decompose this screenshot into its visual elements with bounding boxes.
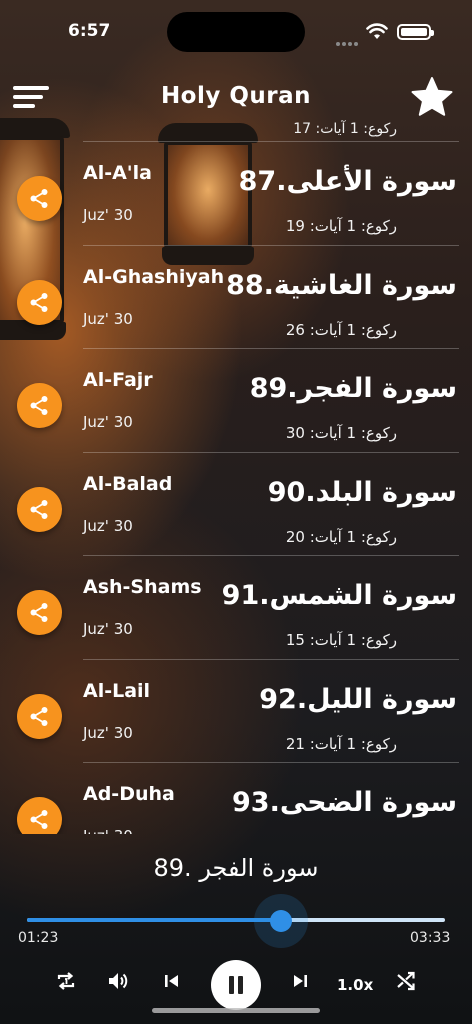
- surah-arabic-title: سورة الغاشية.88: [212, 270, 457, 301]
- progress-fill: [27, 918, 282, 922]
- surah-row[interactable]: Al-Fajr Juz' 30 سورة الفجر.89 ركوع: 1 آيات:…: [0, 349, 472, 453]
- surah-english-name: Ad-Duha: [83, 783, 175, 805]
- surah-juz: Juz' 30: [83, 413, 133, 431]
- share-button[interactable]: [17, 590, 62, 635]
- share-button[interactable]: [17, 279, 62, 325]
- surah-row[interactable]: Ash-Shams Juz' 30 سورة الشمس.91 ركوع: 1 آيا…: [0, 556, 472, 660]
- surah-arabic-title: سورة الشمس.91: [208, 580, 457, 611]
- surah-juz: Juz' 30: [83, 516, 133, 535]
- shuffle-icon[interactable]: [395, 970, 417, 992]
- surah-arabic-name: سورة البلد: [315, 476, 457, 508]
- surah-row[interactable]: Al-Lail Juz' 30 سورة الليل.92 ركوع: 1 آيات:…: [0, 660, 472, 763]
- pause-button[interactable]: [211, 960, 261, 1010]
- volume-icon[interactable]: [107, 970, 131, 992]
- surah-english-name: Al-Lail: [83, 679, 151, 702]
- share-button[interactable]: [17, 176, 62, 221]
- surah-row[interactable]: Al-Balad Juz' 30 سورة البلد.90 ركوع: 1 آيات…: [0, 453, 472, 556]
- surah-number: .89: [249, 373, 298, 404]
- home-indicator: [152, 1008, 320, 1013]
- audio-player: 89. سورة الفجر 01:23 03:33 1.0x: [0, 834, 472, 1024]
- surah-meta: ركوع: 1 آيات: 15: [285, 631, 397, 649]
- surah-juz: Juz' 30: [83, 309, 133, 328]
- next-track-icon[interactable]: [290, 970, 310, 992]
- duration: 03:33: [410, 930, 451, 946]
- surah-juz: Juz' 30: [83, 827, 133, 834]
- page-title: Holy Quran: [160, 83, 312, 109]
- share-button[interactable]: [17, 797, 62, 834]
- surah-meta: ركوع: 1 آيات: 20: [285, 527, 397, 546]
- surah-number: .90: [267, 476, 316, 508]
- surah-number: .87: [238, 166, 287, 197]
- surah-list[interactable]: ركوع: 1 آيات: 17 Al-A'la Juz' 30 سورة الأع…: [0, 118, 472, 834]
- previous-track-icon[interactable]: [162, 970, 182, 992]
- surah-arabic-name: سورة الشمس: [269, 580, 458, 611]
- wifi-icon: [366, 23, 388, 39]
- surah-juz: Juz' 30: [83, 620, 133, 638]
- surah-number: .92: [259, 683, 308, 715]
- dynamic-island: [167, 12, 305, 52]
- surah-row[interactable]: Ad-Duha Juz' 30 سورة الضحى.93: [0, 763, 472, 834]
- surah-number: .88: [226, 269, 274, 301]
- progress-slider[interactable]: [27, 918, 445, 922]
- surah-meta: ركوع: 1 آيات: 26: [285, 320, 397, 339]
- surah-meta: ركوع: 1 آيات: 30: [285, 424, 397, 442]
- surah-arabic-title: سورة الفجر.89: [236, 373, 457, 404]
- surah-arabic-title: سورة الأعلى.87: [225, 166, 457, 197]
- current-time: 01:23: [18, 930, 59, 946]
- share-button[interactable]: [17, 486, 62, 532]
- surah-english-name: Al-A'la: [83, 162, 152, 184]
- surah-arabic-title: سورة الضحى.93: [218, 787, 457, 818]
- now-playing-title: 89. سورة الفجر: [153, 854, 319, 882]
- surah-arabic-name: سورة الضحى: [279, 787, 457, 818]
- surah-arabic-name: سورة الليل: [307, 683, 457, 715]
- cellular-signal-icon: [336, 31, 360, 50]
- status-bar: 6:57: [0, 0, 472, 60]
- share-button[interactable]: [17, 383, 62, 428]
- playback-speed-button[interactable]: 1.0x: [337, 976, 373, 994]
- surah-juz: Juz' 30: [83, 206, 133, 224]
- surah-row[interactable]: Al-Ghashiyah Juz' 30 سورة الغاشية.88 ركوع: …: [0, 246, 472, 349]
- surah-english-name: Al-Fajr: [83, 369, 153, 391]
- surah-english-name: Ash-Shams: [83, 576, 202, 598]
- surah-meta: ركوع: 1 آيات: 19: [285, 217, 397, 235]
- surah-number: .91: [221, 580, 270, 611]
- pause-icon: [229, 976, 234, 994]
- battery-icon: [397, 24, 434, 40]
- surah-meta: ركوع: 1 آيات: 17: [293, 121, 397, 137]
- surah-english-name: Al-Ghashiyah: [83, 265, 225, 288]
- surah-arabic-title: سورة الليل.92: [245, 684, 457, 715]
- surah-meta: ركوع: 1 آيات: 21: [285, 734, 397, 753]
- surah-arabic-name: سورة الأعلى: [286, 166, 457, 197]
- surah-arabic-name: سورة الفجر: [297, 373, 457, 404]
- app-header: Holy Quran: [0, 76, 472, 118]
- favorites-star-icon[interactable]: [410, 76, 454, 118]
- surah-english-name: Al-Balad: [83, 472, 173, 495]
- repeat-icon[interactable]: [55, 970, 77, 992]
- share-button[interactable]: [17, 693, 62, 739]
- surah-row[interactable]: Al-A'la Juz' 30 سورة الأعلى.87 ركوع: 1 آيات…: [0, 142, 472, 246]
- surah-arabic-name: سورة الغاشية: [273, 269, 457, 301]
- status-time: 6:57: [68, 21, 111, 41]
- surah-arabic-title: سورة البلد.90: [254, 477, 457, 508]
- surah-juz: Juz' 30: [83, 723, 133, 742]
- surah-number: .93: [232, 787, 280, 818]
- progress-thumb[interactable]: [270, 910, 292, 932]
